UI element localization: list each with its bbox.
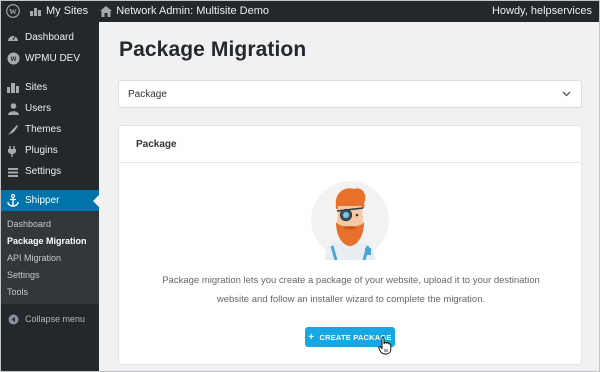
sidebar-item-plugins[interactable]: Plugins bbox=[0, 140, 99, 161]
sidebar-item-label: Dashboard bbox=[25, 32, 74, 43]
sidebar-item-label: Sites bbox=[25, 82, 48, 93]
plus-icon: + bbox=[308, 331, 315, 343]
howdy-label: Howdy, helpservices bbox=[491, 5, 592, 17]
anchor-icon bbox=[6, 194, 20, 208]
sidebar-item-label: Plugins bbox=[25, 145, 58, 156]
page-title: Package Migration bbox=[119, 38, 307, 61]
themes-icon bbox=[6, 123, 20, 137]
dashboard-icon bbox=[6, 31, 20, 45]
network-admin-link[interactable]: Network Admin: Multisite Demo bbox=[100, 0, 269, 22]
package-panel: Package Package migration lets you creat… bbox=[118, 125, 582, 365]
sidebar-item-shipper[interactable]: Shipper bbox=[0, 190, 99, 211]
submenu-item-settings[interactable]: Settings bbox=[0, 266, 99, 283]
network-admin-label: Network Admin: Multisite Demo bbox=[116, 5, 270, 17]
description-line-1: Package migration lets you create a pack… bbox=[162, 275, 540, 286]
submenu-item-package-migration[interactable]: Package Migration bbox=[0, 232, 99, 249]
shipper-mascot-illustration bbox=[310, 180, 390, 261]
collapse-icon bbox=[6, 312, 20, 326]
sidebar-item-label: Settings bbox=[25, 166, 62, 177]
submenu-item-api-migration[interactable]: API Migration bbox=[0, 249, 99, 266]
svg-text:W: W bbox=[10, 57, 16, 63]
sidebar-item-settings[interactable]: Settings bbox=[0, 161, 99, 182]
collapse-menu-label: Collapse menu bbox=[25, 314, 86, 324]
wpmudev-icon: W bbox=[6, 52, 20, 66]
plugins-icon bbox=[6, 144, 20, 158]
sites-icon bbox=[6, 81, 20, 95]
sidebar-item-label: Shipper bbox=[25, 195, 60, 206]
wordpress-logo-icon[interactable]: W bbox=[0, 0, 26, 22]
my-sites-icon bbox=[29, 6, 42, 17]
account-menu[interactable]: Howdy, helpservices bbox=[492, 0, 592, 22]
panel-title: Package bbox=[119, 126, 581, 163]
admin-sidebar: Dashboard W WPMU DEV Sites Users Themes … bbox=[0, 22, 99, 372]
hand-cursor-icon bbox=[378, 336, 392, 355]
admin-bar: W My Sites Network Admin: Multisite Demo… bbox=[0, 0, 600, 22]
chevron-down-icon bbox=[562, 89, 571, 100]
menu-separator bbox=[0, 182, 99, 190]
sidebar-item-dashboard[interactable]: Dashboard bbox=[0, 27, 99, 48]
sidebar-item-wpmu-dev[interactable]: W WPMU DEV bbox=[0, 48, 99, 69]
panel-description: Package migration lets you create a pack… bbox=[119, 271, 583, 309]
submenu-item-tools[interactable]: Tools bbox=[0, 283, 99, 300]
package-select[interactable]: Package bbox=[118, 80, 582, 108]
shipper-submenu: Dashboard Package Migration API Migratio… bbox=[0, 211, 99, 304]
svg-text:W: W bbox=[9, 7, 17, 16]
sidebar-item-label: Themes bbox=[25, 124, 62, 135]
sidebar-item-users[interactable]: Users bbox=[0, 98, 99, 119]
sidebar-item-themes[interactable]: Themes bbox=[0, 119, 99, 140]
my-sites-link[interactable]: My Sites bbox=[29, 0, 88, 22]
description-line-2: website and follow an installer wizard t… bbox=[216, 294, 486, 305]
submenu-item-dashboard[interactable]: Dashboard bbox=[0, 215, 99, 232]
my-sites-label: My Sites bbox=[46, 5, 89, 17]
users-icon bbox=[6, 102, 20, 116]
package-select-value: Package bbox=[128, 88, 167, 100]
sidebar-item-sites[interactable]: Sites bbox=[0, 77, 99, 98]
collapse-menu-button[interactable]: Collapse menu bbox=[0, 308, 99, 330]
sidebar-item-label: Users bbox=[25, 103, 52, 114]
home-icon bbox=[100, 5, 113, 17]
settings-icon bbox=[6, 165, 20, 179]
sidebar-item-label: WPMU DEV bbox=[25, 53, 80, 64]
menu-separator bbox=[0, 69, 99, 77]
